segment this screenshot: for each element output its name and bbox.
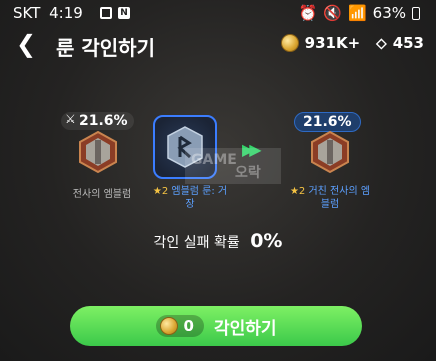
- source-percent-badge: ⚔ 21.6%: [61, 112, 134, 130]
- battery-label: 63%: [372, 4, 406, 22]
- notification-n-icon: N: [118, 7, 130, 19]
- time-label: 4:19: [49, 4, 83, 22]
- battery-icon: [412, 6, 420, 20]
- coin-icon: [280, 34, 299, 52]
- result-stars: ★2: [289, 186, 306, 197]
- result-percent-badge: 21.6%: [294, 112, 361, 132]
- wifi-icon: 📶: [347, 4, 367, 22]
- gem-count: 453: [392, 34, 424, 52]
- fail-rate: 각인 실패 확률 0%: [0, 230, 436, 252]
- gem-icon: ⬦: [376, 34, 387, 52]
- carrier-label: SKT: [13, 4, 41, 22]
- alarm-icon: ⏰: [298, 4, 318, 22]
- emblem-icon[interactable]: [308, 130, 352, 174]
- rune-stars: ★2: [152, 186, 169, 197]
- engrave-button[interactable]: 0 각인하기: [70, 306, 362, 346]
- mute-icon: 🔇: [323, 4, 342, 22]
- page-title: 룬 각인하기: [56, 36, 155, 60]
- watermark: GAME 오락: [185, 148, 281, 184]
- sword-icon: ⚔: [65, 112, 76, 126]
- gallery-icon: [100, 7, 112, 19]
- source-item-name: 전사의 엠블럼: [72, 189, 132, 200]
- engrave-button-label: 각인하기: [213, 318, 277, 339]
- fail-rate-value: 0%: [250, 230, 283, 252]
- header: ❮ 룬 각인하기 931K+ ⬦ 453: [0, 30, 436, 60]
- status-bar: SKT 4:19 N ⏰ 🔇 📶 63%: [0, 0, 436, 26]
- coin-icon: [159, 317, 178, 335]
- emblem-icon[interactable]: [76, 130, 120, 174]
- fail-rate-label: 각인 실패 확률: [153, 235, 240, 251]
- chevron-left-icon[interactable]: ❮: [16, 32, 36, 56]
- result-item-name: 거친 전사의 엠블럼: [308, 186, 371, 210]
- cost-pill: 0: [155, 315, 204, 337]
- rune-item-name: 엠블럼 룬: 거장: [171, 186, 228, 210]
- cost-value: 0: [183, 317, 194, 335]
- coin-count: 931K+: [304, 34, 361, 52]
